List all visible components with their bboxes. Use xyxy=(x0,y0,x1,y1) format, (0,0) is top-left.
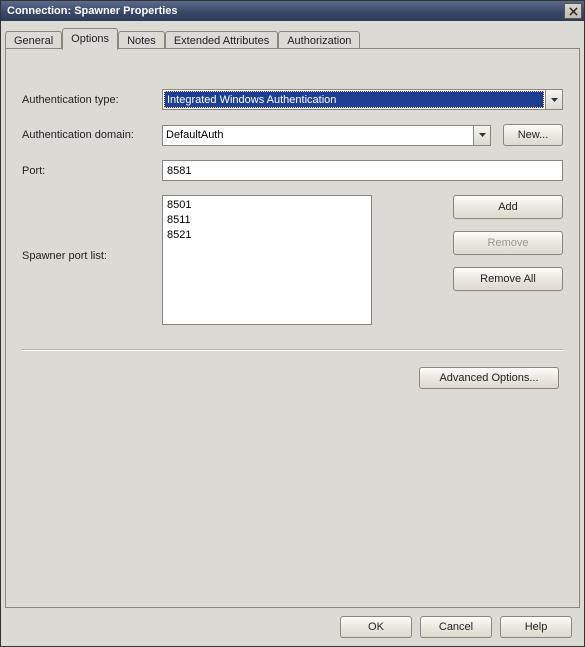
new-button[interactable]: New... xyxy=(503,124,563,146)
window-title: Connection: Spawner Properties xyxy=(7,5,564,17)
tab-options[interactable]: Options xyxy=(62,28,118,50)
list-item[interactable]: 8521 xyxy=(167,228,367,243)
help-button[interactable]: Help xyxy=(500,616,572,638)
row-auth-domain: Authentication domain: DefaultAuth New..… xyxy=(22,124,563,146)
port-list-button-column: Add Remove Remove All xyxy=(453,195,563,291)
advanced-options-button[interactable]: Advanced Options... xyxy=(419,367,559,389)
port-input[interactable] xyxy=(162,160,563,181)
chevron-down-icon xyxy=(479,133,486,137)
titlebar: Connection: Spawner Properties xyxy=(1,1,584,21)
auth-domain-dropdown-arrow[interactable] xyxy=(473,126,490,145)
auth-type-dropdown-arrow[interactable] xyxy=(545,90,562,109)
row-spawner-port-list: Spawner port list: 8501 8511 8521 Add Re… xyxy=(22,195,563,325)
list-item[interactable]: 8501 xyxy=(167,198,367,213)
dialog-body: General Options Notes Extended Attribute… xyxy=(1,21,584,646)
label-auth-domain: Authentication domain: xyxy=(22,129,162,141)
tab-panel-options: Authentication type: Integrated Windows … xyxy=(5,48,580,608)
cancel-button[interactable]: Cancel xyxy=(420,616,492,638)
auth-type-value: Integrated Windows Authentication xyxy=(164,91,544,108)
row-advanced: Advanced Options... xyxy=(22,367,563,389)
auth-domain-combo[interactable]: DefaultAuth xyxy=(162,125,491,146)
label-port: Port: xyxy=(22,165,162,177)
divider xyxy=(22,349,563,351)
tab-strip: General Options Notes Extended Attribute… xyxy=(5,27,580,49)
list-item[interactable]: 8511 xyxy=(167,213,367,228)
row-port: Port: xyxy=(22,160,563,181)
spawner-port-listbox[interactable]: 8501 8511 8521 xyxy=(162,195,372,325)
close-icon xyxy=(569,7,578,16)
dialog-window: Connection: Spawner Properties General O… xyxy=(0,0,585,647)
remove-button[interactable]: Remove xyxy=(453,231,563,255)
add-button[interactable]: Add xyxy=(453,195,563,219)
auth-domain-value: DefaultAuth xyxy=(163,126,473,145)
remove-all-button[interactable]: Remove All xyxy=(453,267,563,291)
row-auth-type: Authentication type: Integrated Windows … xyxy=(22,89,563,110)
ok-button[interactable]: OK xyxy=(340,616,412,638)
auth-type-combo[interactable]: Integrated Windows Authentication xyxy=(162,89,563,110)
label-auth-type: Authentication type: xyxy=(22,94,162,106)
chevron-down-icon xyxy=(551,98,558,102)
dialog-button-bar: OK Cancel Help xyxy=(5,608,580,646)
label-spawner-port-list: Spawner port list: xyxy=(22,195,162,262)
close-button[interactable] xyxy=(564,3,582,19)
